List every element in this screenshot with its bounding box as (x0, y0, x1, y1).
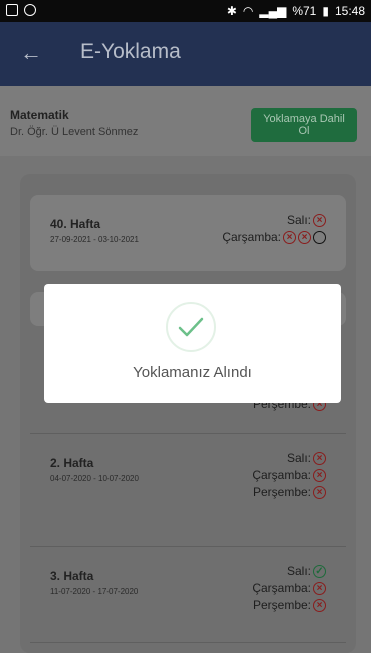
day-label: Çarşamba: (252, 468, 311, 482)
absent-icon: × (298, 231, 311, 244)
wifi-icon: ◠ (242, 4, 254, 18)
day-label: Perşembe: (252, 485, 311, 499)
check-circle-icon (166, 302, 216, 352)
image-notification-icon (6, 4, 18, 16)
app-bar: ← E-Yoklama (0, 22, 371, 86)
dialog-message: Yoklamanız Alındı (133, 364, 252, 381)
day-label: Perşembe: (252, 598, 311, 612)
absent-icon: × (313, 486, 326, 499)
course-teacher: Dr. Öğr. Ü Levent Sönmez (10, 126, 139, 138)
pending-icon (313, 231, 326, 244)
week-card[interactable]: 2. Hafta 04-07-2020 - 10-07-2020 Salı: ×… (30, 434, 346, 546)
day-row: Perşembe: × (252, 484, 326, 501)
day-row: Çarşamba: × (252, 467, 326, 484)
absent-icon: × (313, 452, 326, 465)
day-label: Salı: (286, 451, 311, 465)
divider (30, 642, 346, 643)
course-name: Matematik (10, 108, 69, 122)
arrow-left-icon[interactable]: ← (20, 40, 42, 66)
day-list: Salı: × Çarşamba: × × (222, 212, 326, 246)
absent-icon: × (283, 231, 296, 244)
week-card[interactable]: 40. Hafta 27-09-2021 - 03-10-2021 Salı: … (30, 195, 346, 271)
week-title: 2. Hafta (50, 456, 94, 470)
day-label: Salı: (286, 213, 311, 227)
status-bar: ✱ ◠ ▂▄▆ %71 ▮ 15:48 (0, 0, 371, 22)
week-title: 3. Hafta (50, 569, 94, 583)
app-notification-icon (24, 4, 36, 16)
present-icon: ✓ (313, 565, 326, 578)
day-label: Salı: (286, 564, 311, 578)
week-dates: 27-09-2021 - 03-10-2021 (50, 235, 139, 244)
course-header: Matematik Dr. Öğr. Ü Levent Sönmez Yokla… (0, 86, 371, 156)
page-title: E-Yoklama (80, 40, 181, 63)
week-dates: 11-07-2020 - 17-07-2020 (50, 587, 139, 596)
day-row: Çarşamba: × × (222, 229, 326, 246)
weeks-panel: 40. Hafta 27-09-2021 - 03-10-2021 Salı: … (20, 174, 356, 653)
day-list: Salı: ✓ Çarşamba: × Perşembe: × (252, 563, 326, 614)
battery-icon: ▮ (322, 4, 329, 18)
week-card[interactable]: 3. Hafta 11-07-2020 - 17-07-2020 Salı: ✓… (30, 547, 346, 653)
signal-icon: ▂▄▆ (259, 4, 287, 18)
absent-icon: × (313, 599, 326, 612)
clock: 15:48 (334, 4, 365, 18)
day-row: Perşembe: × (252, 597, 326, 614)
day-list: Salı: × Çarşamba: × Perşembe: × (252, 450, 326, 501)
bluetooth-icon: ✱ (226, 4, 237, 18)
day-row: Salı: ✓ (252, 563, 326, 580)
absent-icon: × (313, 469, 326, 482)
absent-icon: × (313, 582, 326, 595)
day-row: Salı: × (252, 450, 326, 467)
week-title: 40. Hafta (50, 217, 101, 231)
day-label: Çarşamba: (252, 581, 311, 595)
success-dialog[interactable]: Yoklamanız Alındı (44, 284, 341, 403)
absent-icon: × (313, 214, 326, 227)
battery-percent: %71 (292, 4, 317, 18)
week-dates: 04-07-2020 - 10-07-2020 (50, 474, 139, 483)
checkmark-icon (178, 317, 204, 337)
day-label: Çarşamba: (222, 230, 281, 244)
day-row: Salı: × (222, 212, 326, 229)
day-row: Çarşamba: × (252, 580, 326, 597)
join-attendance-button[interactable]: Yoklamaya Dahil Ol (251, 108, 357, 142)
